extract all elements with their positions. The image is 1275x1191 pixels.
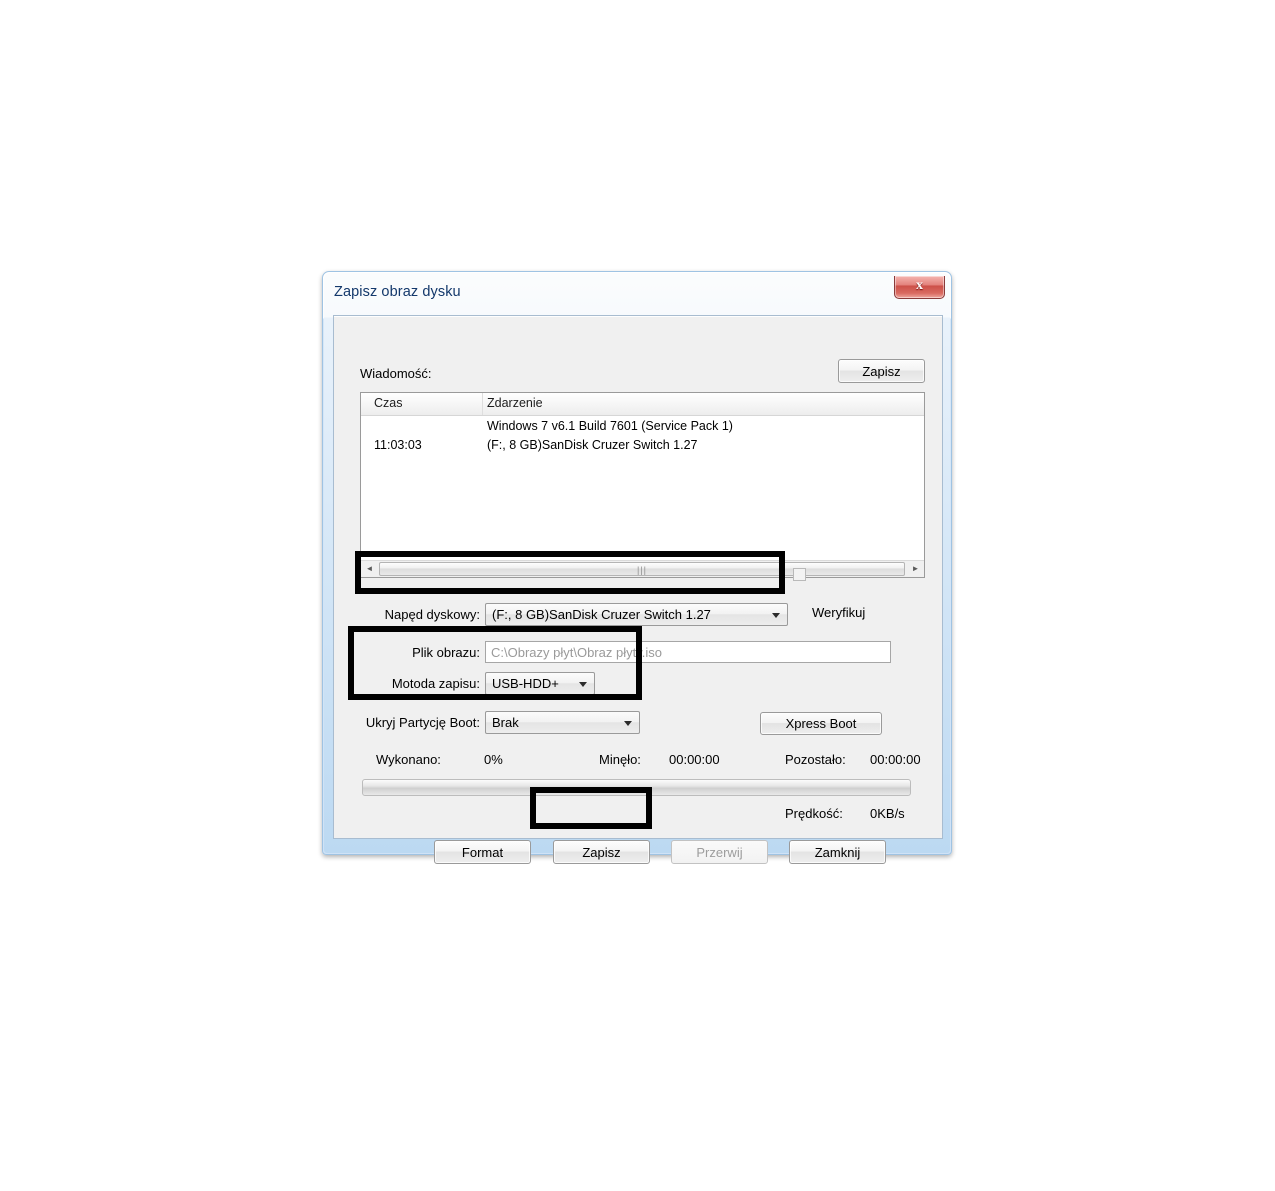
done-value: 0% [484, 752, 503, 767]
done-label: Wykonano: [376, 752, 441, 767]
image-file-label: Plik obrazu: [412, 645, 480, 660]
remaining-value: 00:00:00 [870, 752, 921, 767]
image-file-input[interactable]: C:\Obrazy płyt\Obraz płyty.iso [485, 641, 891, 663]
column-divider[interactable] [482, 393, 483, 415]
save-log-button-label: Zapisz [862, 364, 901, 379]
log-list[interactable]: Czas Zdarzenie Windows 7 v6.1 Build 7601… [360, 392, 925, 578]
verify-checkbox[interactable] [793, 568, 806, 581]
speed-value: 0KB/s [870, 806, 905, 821]
abort-button[interactable]: Przerwij [671, 840, 768, 864]
verify-label: Weryfikuj [812, 605, 866, 620]
log-row[interactable]: 11:03:03 (F:, 8 GB)SanDisk Cruzer Switch… [361, 437, 924, 456]
log-row-event: (F:, 8 GB)SanDisk Cruzer Switch 1.27 [487, 438, 698, 452]
drive-combobox-value: (F:, 8 GB)SanDisk Cruzer Switch 1.27 [492, 607, 711, 622]
write-button[interactable]: Zapisz [553, 840, 650, 864]
chevron-down-icon[interactable] [772, 612, 780, 618]
hide-boot-value: Brak [492, 715, 519, 730]
column-header-event[interactable]: Zdarzenie [487, 396, 543, 410]
chevron-down-icon[interactable] [579, 681, 587, 687]
hide-boot-label: Ukryj Partycję Boot: [365, 715, 480, 730]
hide-boot-combobox[interactable]: Brak [485, 711, 640, 734]
abort-button-label: Przerwij [696, 845, 743, 860]
chevron-down-icon[interactable] [624, 720, 632, 726]
column-header-time[interactable]: Czas [374, 396, 402, 410]
message-label: Wiadomość: [360, 366, 432, 381]
close-icon: x [916, 278, 923, 293]
write-button-label: Zapisz [582, 845, 621, 860]
window-title: Zapisz obraz dysku [334, 284, 461, 300]
close-dialog-button-label: Zamknij [814, 845, 861, 860]
remaining-label: Pozostało: [785, 752, 846, 767]
log-list-rows: Windows 7 v6.1 Build 7601 (Service Pack … [361, 416, 924, 456]
log-list-header: Czas Zdarzenie [361, 393, 924, 416]
scrollbar-grip-icon: ||| [637, 565, 648, 575]
save-log-button[interactable]: Zapisz [838, 359, 925, 383]
elapsed-value: 00:00:00 [669, 752, 720, 767]
elapsed-label: Minęło: [599, 752, 641, 767]
xpress-boot-button-label: Xpress Boot [785, 716, 857, 731]
dialog-window: Zapisz obraz dysku x Wiadomość: Zapisz C… [322, 271, 953, 864]
drive-combobox[interactable]: (F:, 8 GB)SanDisk Cruzer Switch 1.27 [485, 603, 788, 626]
scrollbar-thumb[interactable]: ||| [379, 562, 905, 576]
write-method-combobox[interactable]: USB-HDD+ [485, 672, 595, 695]
close-button[interactable]: x [894, 276, 945, 299]
speed-label: Prędkość: [785, 806, 843, 821]
log-horizontal-scrollbar[interactable]: ◄ ||| ► [361, 560, 924, 577]
format-button-label: Format [461, 845, 504, 860]
xpress-boot-button[interactable]: Xpress Boot [760, 712, 882, 735]
progress-bar [362, 779, 911, 796]
log-row-event: Windows 7 v6.1 Build 7601 (Service Pack … [487, 419, 733, 433]
scroll-left-arrow-icon[interactable]: ◄ [361, 561, 378, 577]
image-file-value: C:\Obrazy płyt\Obraz płyty.iso [491, 645, 662, 660]
write-method-label: Motoda zapisu: [391, 676, 480, 691]
write-method-value: USB-HDD+ [492, 676, 559, 691]
dialog-client-area: Wiadomość: Zapisz Czas Zdarzenie Windows… [333, 315, 943, 864]
log-row-time: 11:03:03 [374, 438, 422, 452]
log-row[interactable]: Windows 7 v6.1 Build 7601 (Service Pack … [361, 418, 924, 437]
format-button[interactable]: Format [434, 840, 531, 864]
title-bar[interactable]: Zapisz obraz dysku x [323, 272, 953, 317]
scroll-right-arrow-icon[interactable]: ► [907, 561, 924, 577]
drive-label: Napęd dyskowy: [384, 607, 480, 622]
close-dialog-button[interactable]: Zamknij [789, 840, 886, 864]
